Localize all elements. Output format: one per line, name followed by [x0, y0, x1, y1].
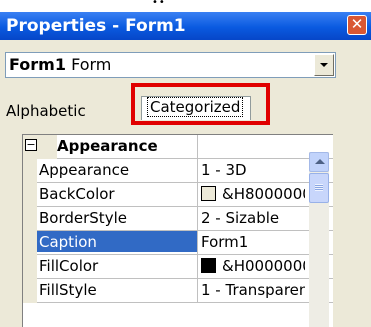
highlight-annotation-box: [131, 83, 270, 125]
vertical-scrollbar[interactable]: [309, 152, 329, 327]
property-name: BorderStyle: [39, 209, 127, 227]
property-value-cell[interactable]: &H8000000: [201, 185, 305, 203]
properties-window: Properties - Form1 ✕ Form1 Form Alphabet…: [0, 12, 371, 327]
scroll-thumb[interactable]: [309, 173, 329, 203]
scroll-up-icon[interactable]: [309, 152, 329, 172]
close-button[interactable]: ✕: [347, 15, 367, 35]
column-divider: [197, 207, 198, 231]
column-divider: [197, 183, 198, 207]
property-grid: − Appearance Appearance 1 - 3D BackColor…: [22, 134, 333, 327]
property-value: &H0000000: [222, 257, 305, 275]
drag-handle-icon: ••: [152, 0, 166, 8]
color-swatch: [201, 186, 216, 201]
object-selector-dropdown[interactable]: Form1 Form: [5, 52, 336, 78]
property-row-borderstyle[interactable]: BorderStyle 2 - Sizable: [23, 207, 333, 231]
object-name: Form1: [9, 55, 66, 74]
window-title: Properties - Form1: [6, 16, 186, 36]
property-value[interactable]: Form1: [201, 233, 305, 251]
title-bar[interactable]: Properties - Form1 ✕: [0, 12, 371, 40]
property-name: FillStyle: [39, 281, 97, 299]
property-value: &H8000000: [222, 185, 305, 203]
tab-alphabetic[interactable]: Alphabetic: [6, 102, 86, 120]
property-value[interactable]: 1 - 3D: [201, 161, 305, 179]
chevron-down-icon[interactable]: [314, 54, 334, 76]
property-value[interactable]: 1 - Transparen: [201, 281, 305, 299]
object-type: Form: [71, 55, 112, 74]
property-row-fillstyle[interactable]: FillStyle 1 - Transparen: [23, 279, 333, 303]
row-gutter: [23, 255, 37, 279]
tab-alphabetic-label: Alphabetic: [6, 102, 86, 120]
property-name: BackColor: [39, 185, 115, 203]
property-row-caption[interactable]: Caption Form1: [23, 231, 333, 255]
row-gutter: [23, 159, 37, 183]
collapse-icon[interactable]: −: [25, 139, 37, 151]
property-value-cell[interactable]: &H0000000: [201, 257, 305, 275]
property-name: Caption: [37, 231, 197, 252]
property-name: FillColor: [39, 257, 99, 275]
column-divider: [197, 135, 198, 159]
property-name: Appearance: [39, 161, 130, 179]
category-row-appearance[interactable]: − Appearance: [23, 135, 333, 159]
column-divider: [197, 255, 198, 279]
row-gutter: [23, 183, 37, 207]
column-divider: [197, 159, 198, 183]
row-gutter: [23, 207, 37, 231]
row-gutter: [23, 279, 37, 303]
column-divider: [197, 231, 198, 255]
column-divider: [197, 279, 198, 303]
color-swatch: [201, 258, 216, 273]
property-row-fillcolor[interactable]: FillColor &H0000000: [23, 255, 333, 279]
category-label: Appearance: [57, 137, 158, 155]
property-row-backcolor[interactable]: BackColor &H8000000: [23, 183, 333, 207]
row-gutter: [23, 231, 37, 255]
property-value[interactable]: 2 - Sizable: [201, 209, 305, 227]
property-row-appearance[interactable]: Appearance 1 - 3D: [23, 159, 333, 183]
